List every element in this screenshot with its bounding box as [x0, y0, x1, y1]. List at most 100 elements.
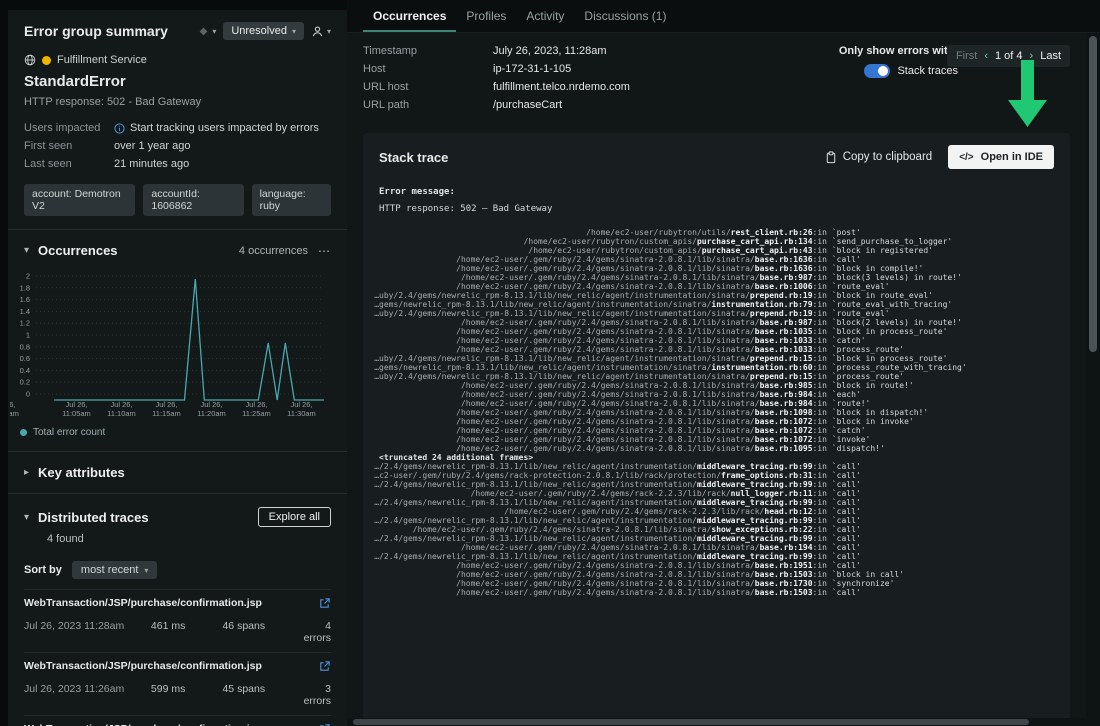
frame-method: `block in route!' [827, 381, 914, 390]
frame-dir: …gems/newrelic_rpm-8.13.1/lib/new_relic/… [374, 363, 711, 372]
stack-traces-toggle[interactable] [864, 64, 890, 78]
stack-frame: /home/ec2-user/.gem/ruby/2.4/gems/sinatr… [379, 579, 1054, 588]
frame-method: `process_route' [827, 372, 904, 381]
svg-text:1.4: 1.4 [20, 307, 30, 316]
frame-location: …/2.4/gems/newrelic_rpm-8.13.1/lib/new_r… [379, 462, 827, 471]
occurrences-section-title: Occurrences [38, 243, 118, 258]
tags-row: account: Demotron V2accountId: 1606862la… [24, 184, 331, 216]
stack-frame: /home/ec2-user/.gem/ruby/2.4/gems/sinatr… [379, 318, 1054, 327]
trace-row[interactable]: WebTransaction/JSP/purchase/confirmation… [24, 715, 331, 726]
tab-activity[interactable]: Activity [516, 0, 574, 32]
frame-dir: …c2-user/.gem/ruby/2.4/gems/rack-protect… [374, 471, 721, 480]
occurrence-content: TimestampJuly 26, 2023, 11:28amHostip-17… [347, 33, 1086, 718]
frame-location: /home/ec2-user/.gem/ruby/2.4/gems/sinatr… [379, 255, 827, 264]
stack-frame: /home/ec2-user/.gem/ruby/2.4/gems/sinatr… [379, 417, 1054, 426]
stack-frame: /home/ec2-user/.gem/ruby/2.4/gems/sinatr… [379, 345, 1054, 354]
frame-method: `process_route_with_tracing' [827, 363, 967, 372]
users-impacted-cta[interactable]: Start tracking users impacted by errors [130, 122, 319, 134]
error-class-title: StandardError [24, 73, 331, 90]
pagination-prev-icon[interactable]: ‹ [984, 50, 988, 62]
trace-row[interactable]: WebTransaction/JSP/purchase/confirmation… [24, 652, 331, 715]
stack-frame: …/2.4/gems/newrelic_rpm-8.13.1/lib/new_r… [379, 534, 1054, 543]
stack-frame: /home/ec2-user/.gem/ruby/2.4/gems/sinatr… [379, 336, 1054, 345]
external-link-icon[interactable] [318, 597, 331, 615]
assignee-dropdown[interactable]: ▾ [311, 25, 331, 38]
stack-frame: /home/ec2-user/.gem/ruby/2.4/gems/sinatr… [379, 435, 1054, 444]
occurrences-section-header[interactable]: ▾ Occurrences 4 occurrences ⋯ [24, 243, 331, 258]
stack-frame: …gems/newrelic_rpm-8.13.1/lib/new_relic/… [379, 300, 1054, 309]
frame-dir: /home/ec2-user/.gem/ruby/2.4/gems/sinatr… [461, 399, 760, 408]
frame-dir: …/2.4/gems/newrelic_rpm-8.13.1/lib/new_r… [374, 498, 697, 507]
detail-label: URL host [363, 81, 493, 93]
tab-profiles[interactable]: Profiles [456, 0, 516, 32]
stack-frame: /home/ec2-user/rubytron/custom_apis/purc… [379, 246, 1054, 255]
stack-frame: /home/ec2-user/.gem/ruby/2.4/gems/sinatr… [379, 264, 1054, 273]
occurrences-chart: 21.81.61.41.210.80.60.40.20Jul 26,11:00a… [10, 266, 343, 438]
open-in-ide-button[interactable]: </> Open in IDE [948, 145, 1054, 169]
frame-location: …uby/2.4/gems/newrelic_rpm-8.13.1/lib/ne… [379, 372, 827, 381]
tag-chip: account: Demotron V2 [24, 184, 135, 216]
frame-method: `catch' [827, 426, 866, 435]
status-dropdown[interactable]: Unresolved ▾ [223, 22, 304, 40]
tab-discussions-1-[interactable]: Discussions (1) [574, 0, 676, 32]
frame-method: `call' [827, 507, 861, 516]
frame-dir: …/2.4/gems/newrelic_rpm-8.13.1/lib/new_r… [374, 480, 697, 489]
explore-all-button[interactable]: Explore all [258, 507, 331, 527]
horizontal-scrollbar-thumb[interactable] [353, 719, 1029, 725]
frame-method: `block(3 levels) in route!' [827, 273, 962, 282]
svg-text:0.4: 0.4 [20, 366, 30, 375]
more-menu-icon[interactable]: ⋯ [318, 244, 331, 258]
detail-label: Timestamp [363, 45, 493, 57]
frame-method: `block in registered' [827, 246, 933, 255]
trace-row[interactable]: WebTransaction/JSP/purchase/confirmation… [24, 589, 331, 652]
service-name[interactable]: Fulfillment Service [57, 54, 147, 66]
sort-dropdown[interactable]: most recent ▾ [72, 561, 157, 579]
frame-method: `post' [827, 228, 861, 237]
distributed-traces-section-header[interactable]: ▾ Distributed traces Explore all [24, 507, 331, 527]
vertical-scrollbar[interactable] [1086, 33, 1100, 718]
detail-row: URL hostfulfillment.telco.nrdemo.com [363, 81, 1070, 93]
frame-dir: /home/ec2-user/.gem/ruby/2.4/gems/sinatr… [456, 561, 755, 570]
horizontal-scrollbar[interactable] [347, 718, 1086, 726]
svg-text:Jul 26,11:05am: Jul 26,11:05am [62, 400, 91, 418]
copy-to-clipboard-button[interactable]: Copy to clipboard [825, 151, 933, 164]
stack-frame: …uby/2.4/gems/newrelic_rpm-8.13.1/lib/ne… [379, 309, 1054, 318]
frame-method: `call' [827, 588, 861, 597]
frame-dir: /home/ec2-user/.gem/ruby/2.4/gems/sinatr… [456, 570, 755, 579]
open-ide-label: Open in IDE [981, 151, 1043, 163]
frame-location: …uby/2.4/gems/newrelic_rpm-8.13.1/lib/ne… [379, 291, 827, 300]
pagination-first[interactable]: First [956, 50, 977, 62]
svg-text:2: 2 [26, 272, 30, 281]
toggle-knob [878, 66, 888, 76]
priority-dropdown[interactable]: ▾ [198, 26, 216, 37]
status-label: Unresolved [231, 25, 287, 37]
frame-method: `call' [827, 543, 861, 552]
code-icon: </> [959, 152, 973, 163]
frame-method: `block in call' [827, 570, 904, 579]
frame-location: /home/ec2-user/.gem/ruby/2.4/gems/sinatr… [379, 408, 827, 417]
key-attributes-title: Key attributes [38, 465, 125, 480]
frame-method: `block in process_route' [827, 327, 947, 336]
trace-errors: 3 errors [304, 683, 331, 707]
stack-frame: /home/ec2-user/.gem/ruby/2.4/gems/sinatr… [379, 426, 1054, 435]
frame-method: `route_eval' [827, 309, 890, 318]
detail-row: URL path/purchaseCart [363, 99, 1070, 111]
frame-location: /home/ec2-user/.gem/ruby/2.4/gems/sinatr… [379, 327, 827, 336]
frame-location: /home/ec2-user/.gem/ruby/2.4/gems/rack-2… [379, 507, 827, 516]
frame-method: `each' [827, 390, 861, 399]
frame-dir: /home/ec2-user/.gem/ruby/2.4/gems/sinatr… [413, 525, 712, 534]
divider [8, 229, 347, 230]
stack-frame: …/2.4/gems/newrelic_rpm-8.13.1/lib/new_r… [379, 462, 1054, 471]
stack-frame: …uby/2.4/gems/newrelic_rpm-8.13.1/lib/ne… [379, 372, 1054, 381]
frame-method: `block(2 levels) in route!' [827, 318, 962, 327]
external-link-icon[interactable] [318, 660, 331, 678]
key-attributes-section-header[interactable]: ▸ Key attributes [24, 465, 331, 480]
svg-text:0: 0 [26, 390, 30, 399]
vertical-scrollbar-thumb[interactable] [1089, 36, 1097, 352]
frame-dir: …/2.4/gems/newrelic_rpm-8.13.1/lib/new_r… [374, 534, 697, 543]
frame-dir: /home/ec2-user/.gem/ruby/2.4/gems/sinatr… [456, 417, 755, 426]
svg-text:0.2: 0.2 [20, 378, 30, 387]
frame-dir: /home/ec2-user/.gem/ruby/2.4/gems/rack-2… [471, 489, 731, 498]
frame-dir: /home/ec2-user/.gem/ruby/2.4/gems/sinatr… [461, 390, 760, 399]
tab-occurrences[interactable]: Occurrences [363, 0, 456, 32]
